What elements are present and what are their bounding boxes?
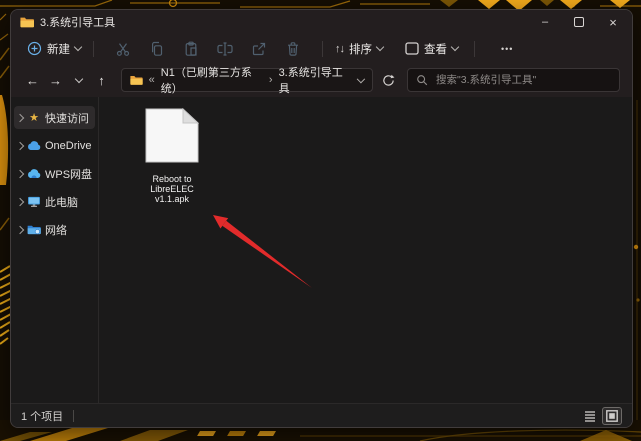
copy-icon	[149, 41, 165, 57]
clipboard-icon	[183, 41, 199, 57]
rename-icon	[217, 41, 234, 57]
refresh-icon	[382, 74, 395, 87]
search-input[interactable]	[434, 73, 611, 87]
view-button-label: 查看	[424, 41, 447, 57]
sort-button[interactable]: ↑↓ 排序	[335, 41, 383, 57]
files-pane[interactable]: Reboot to LibreELEC v1.1.apk	[100, 97, 632, 403]
item-count: 1 个项目	[21, 408, 63, 424]
sidebar-item-label: 网络	[45, 222, 67, 238]
file-name-label: Reboot to LibreELEC v1.1.apk	[138, 174, 206, 204]
wps-cloud-icon	[27, 169, 41, 179]
command-toolbar: 新建	[11, 34, 632, 63]
chevron-down-icon	[74, 74, 82, 82]
chevron-right-icon[interactable]	[16, 225, 24, 233]
sidebar-item-label: 此电脑	[45, 194, 78, 210]
delete-button[interactable]	[276, 38, 310, 60]
sidebar-item-wps-cloud[interactable]: WPS网盘	[14, 162, 95, 185]
forward-icon: →	[49, 73, 62, 88]
collapsed-crumbs-icon[interactable]: «	[149, 74, 155, 86]
explorer-window: 3.系统引导工具 – × 新建	[10, 9, 633, 428]
back-button[interactable]: ←	[21, 68, 44, 92]
folder-icon	[130, 74, 143, 86]
window-title: 3.系统引导工具	[40, 14, 115, 30]
minimize-button[interactable]: –	[528, 10, 562, 34]
details-view-icon	[584, 410, 596, 422]
sort-button-label: 排序	[349, 41, 372, 57]
onedrive-cloud-icon	[27, 141, 41, 151]
share-button[interactable]	[242, 38, 276, 60]
cut-button[interactable]	[106, 38, 140, 60]
large-icons-view-button[interactable]	[602, 407, 622, 425]
sidebar-item-network[interactable]: 网络	[14, 218, 95, 241]
minimize-icon: –	[542, 16, 548, 28]
share-icon	[251, 41, 267, 57]
status-bar: 1 个项目	[11, 403, 632, 427]
chevron-down-icon	[74, 43, 82, 51]
sort-arrows-icon: ↑↓	[335, 43, 344, 55]
close-button[interactable]: ×	[596, 10, 630, 34]
search-box[interactable]	[407, 68, 620, 92]
up-button[interactable]: ↑	[90, 68, 113, 92]
breadcrumb-parent[interactable]: N1（已刷第三方系统）	[161, 64, 263, 96]
blank-file-icon	[145, 108, 199, 163]
toolbar-divider	[322, 41, 323, 57]
chevron-right-icon[interactable]	[16, 113, 24, 121]
chevron-right-icon[interactable]	[16, 141, 24, 149]
details-view-button[interactable]	[580, 407, 600, 425]
refresh-button[interactable]	[376, 68, 400, 92]
forward-button[interactable]: →	[44, 68, 67, 92]
plus-circle-icon	[27, 41, 42, 56]
toolbar-divider	[93, 41, 94, 57]
scissors-icon	[115, 41, 131, 57]
sidebar-item-label: OneDrive - Persona	[45, 140, 95, 152]
navigation-pane: ★ 快速访问 OneDrive - Persona	[11, 97, 99, 403]
crumb-separator: ›	[269, 74, 273, 86]
status-divider	[73, 410, 74, 422]
maximize-button[interactable]	[562, 10, 596, 34]
sidebar-item-label: 快速访问	[45, 110, 89, 126]
trash-icon	[285, 41, 301, 57]
network-folder-icon	[27, 224, 41, 235]
copy-button[interactable]	[140, 38, 174, 60]
chevron-down-icon	[451, 43, 459, 51]
chevron-right-icon[interactable]	[16, 169, 24, 177]
address-bar: ← → ↑ « N1（已刷第三方系统） › 3.系统引导工具	[11, 63, 632, 97]
large-icons-view-icon	[606, 410, 618, 422]
folder-icon	[20, 16, 34, 28]
new-button[interactable]: 新建	[27, 41, 81, 57]
title-bar[interactable]: 3.系统引导工具 – ×	[11, 10, 632, 34]
rename-button[interactable]	[208, 38, 242, 60]
close-icon: ×	[609, 15, 617, 30]
toolbar-divider	[474, 41, 475, 57]
file-item[interactable]: Reboot to LibreELEC v1.1.apk	[138, 108, 206, 204]
back-icon: ←	[26, 73, 39, 88]
new-button-label: 新建	[47, 41, 70, 57]
search-icon	[416, 74, 428, 86]
sidebar-item-this-pc[interactable]: 此电脑	[14, 190, 95, 213]
maximize-icon	[574, 17, 584, 27]
breadcrumb-current[interactable]: 3.系统引导工具	[279, 64, 347, 96]
sidebar-item-onedrive[interactable]: OneDrive - Persona	[14, 134, 95, 157]
chevron-down-icon	[376, 43, 384, 51]
more-options-button[interactable]: •••	[501, 44, 513, 54]
paste-button[interactable]	[174, 38, 208, 60]
recent-locations-button[interactable]	[67, 68, 90, 92]
sidebar-item-quick-access[interactable]: ★ 快速访问	[14, 106, 95, 129]
content-area: ★ 快速访问 OneDrive - Persona	[11, 97, 632, 403]
chevron-down-icon[interactable]	[357, 74, 365, 82]
view-layout-icon	[405, 42, 419, 55]
view-button[interactable]: 查看	[405, 41, 458, 57]
sidebar-item-label: WPS网盘	[45, 166, 92, 182]
star-icon: ★	[29, 111, 39, 124]
chevron-right-icon[interactable]	[16, 197, 24, 205]
up-icon: ↑	[98, 73, 105, 88]
monitor-icon	[27, 196, 41, 207]
breadcrumb[interactable]: « N1（已刷第三方系统） › 3.系统引导工具	[121, 68, 373, 92]
